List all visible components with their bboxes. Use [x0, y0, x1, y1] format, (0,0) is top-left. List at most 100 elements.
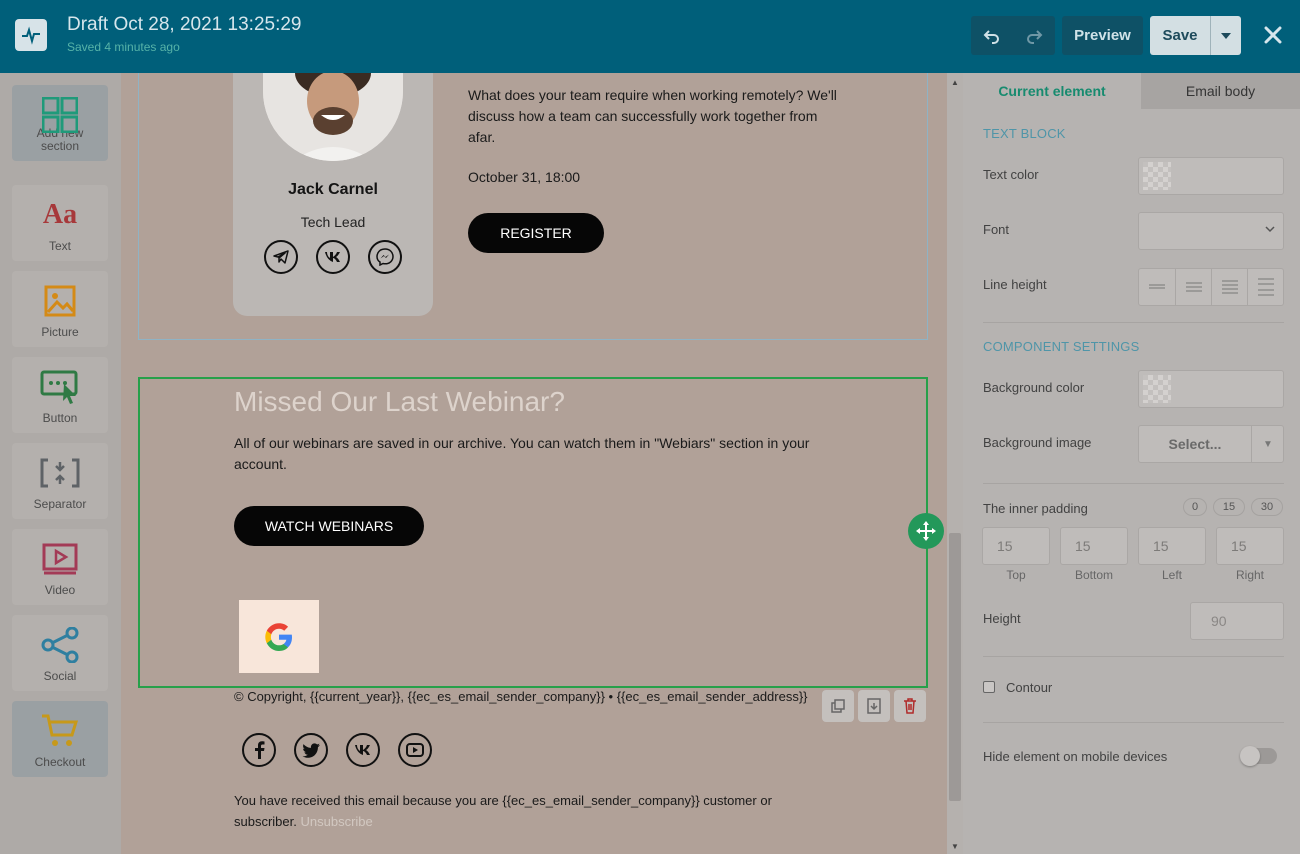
save-module-icon — [867, 698, 881, 714]
tool-separator[interactable]: Separator — [12, 443, 108, 519]
draft-title: Draft Oct 28, 2021 13:25:29 — [67, 14, 302, 35]
profile-social-links — [264, 240, 404, 274]
tool-checkout[interactable]: Checkout — [12, 701, 108, 777]
line-height-relaxed-icon — [1221, 280, 1238, 294]
padding-left-input[interactable]: 15 — [1138, 527, 1206, 565]
tool-label: Video — [44, 583, 76, 597]
delete-block-button[interactable] — [894, 690, 926, 722]
bg-color-picker[interactable] — [1138, 370, 1284, 408]
padding-bottom-input[interactable]: 15 — [1060, 527, 1128, 565]
line-height-tight-icon — [1149, 284, 1165, 289]
vk-icon[interactable] — [346, 733, 380, 767]
duplicate-block-button[interactable] — [822, 690, 854, 722]
scroll-down-arrow-icon[interactable]: ▼ — [947, 840, 963, 852]
padding-right-caption: Right — [1235, 568, 1264, 582]
saved-status: Saved 4 minutes ago — [67, 40, 180, 54]
app-logo-icon[interactable] — [15, 19, 47, 51]
height-input[interactable]: 90 — [1190, 602, 1284, 640]
tab-current-element[interactable]: Current element — [963, 73, 1141, 109]
canvas-scrollbar[interactable]: ▲ ▼ — [947, 73, 963, 854]
line-height-normal-button[interactable] — [1175, 269, 1211, 305]
trash-icon — [904, 698, 916, 714]
divider — [983, 483, 1284, 484]
bg-image-select-label: Select... — [1168, 436, 1222, 452]
redo-button[interactable] — [1013, 16, 1055, 55]
save-block-button[interactable] — [858, 690, 890, 722]
email-canvas[interactable]: Jack Carnel Tech Lead What does your tea… — [121, 73, 947, 854]
tool-label: Text — [48, 239, 71, 253]
padding-preset-15[interactable]: 15 — [1213, 498, 1245, 516]
telegram-icon[interactable] — [264, 240, 298, 274]
line-height-tight-button[interactable] — [1139, 269, 1175, 305]
font-label: Font — [983, 222, 1010, 237]
padding-top-input[interactable]: 15 — [982, 527, 1050, 565]
tool-button[interactable]: Button — [12, 357, 108, 433]
contour-label: Contour — [1006, 680, 1053, 695]
footer-note: You have received this email because you… — [234, 790, 794, 832]
transparent-swatch — [1143, 162, 1171, 190]
tool-label: Picture — [41, 325, 79, 339]
caret-down-icon[interactable]: ▼ — [1251, 426, 1284, 462]
twitter-icon[interactable] — [294, 733, 328, 767]
padding-preset-30[interactable]: 30 — [1251, 498, 1283, 516]
add-section-icon — [12, 97, 108, 133]
bg-image-select[interactable]: Select... ▼ — [1138, 425, 1284, 463]
messenger-icon[interactable] — [368, 240, 402, 274]
tool-label: Button — [42, 411, 78, 425]
google-logo-image[interactable] — [239, 600, 319, 673]
text-color-label: Text color — [983, 167, 1039, 182]
undo-button[interactable] — [971, 16, 1013, 55]
copy-icon — [831, 699, 845, 713]
webinar-title: Missed Our Last Webinar? — [234, 386, 565, 417]
hide-mobile-toggle[interactable] — [1240, 746, 1277, 766]
tool-social[interactable]: Social — [12, 615, 108, 691]
facebook-icon[interactable] — [242, 733, 276, 767]
preview-button[interactable]: Preview — [1062, 16, 1143, 55]
line-height-label: Line height — [983, 277, 1047, 292]
hide-mobile-label: Hide element on mobile devices — [983, 749, 1168, 764]
tool-video[interactable]: Video — [12, 529, 108, 605]
inner-padding-label: The inner padding — [983, 501, 1088, 516]
tool-text[interactable]: Aa Text — [12, 185, 108, 261]
vk-icon[interactable] — [316, 240, 350, 274]
webinar-description: All of our webinars are saved in our arc… — [234, 435, 810, 472]
line-height-loose-button[interactable] — [1247, 269, 1283, 305]
unsubscribe-link[interactable]: Unsubscribe — [301, 814, 373, 829]
text-block-heading: TEXT BLOCK — [983, 126, 1066, 141]
transparent-swatch — [1143, 375, 1171, 403]
profile-card[interactable]: Jack Carnel Tech Lead — [233, 73, 433, 316]
close-button[interactable] — [1258, 20, 1288, 50]
bg-image-label: Background image — [983, 435, 1092, 450]
font-select[interactable] — [1138, 212, 1284, 250]
padding-bottom-caption: Bottom — [1074, 568, 1113, 582]
redo-icon — [1027, 29, 1043, 44]
scroll-thumb[interactable] — [949, 533, 961, 801]
contour-checkbox[interactable] — [983, 681, 995, 693]
padding-preset-0[interactable]: 0 — [1183, 498, 1207, 516]
register-button[interactable]: REGISTER — [468, 213, 604, 253]
text-color-picker[interactable] — [1138, 157, 1284, 195]
tool-add-section[interactable]: Add new section — [12, 85, 108, 161]
height-label: Height — [983, 611, 1021, 626]
toggle-knob — [1240, 746, 1260, 766]
component-settings-heading: COMPONENT SETTINGS — [983, 339, 1140, 354]
undo-icon — [983, 29, 999, 44]
save-button[interactable]: Save — [1150, 16, 1210, 55]
move-block-handle[interactable] — [908, 513, 944, 549]
tab-email-body[interactable]: Email body — [1141, 73, 1300, 109]
caret-down-icon — [1221, 32, 1231, 39]
separator-icon — [12, 457, 108, 489]
divider — [983, 322, 1284, 323]
line-height-relaxed-button[interactable] — [1211, 269, 1247, 305]
divider — [983, 722, 1284, 723]
save-options-button[interactable] — [1211, 16, 1241, 55]
watch-webinars-button[interactable]: WATCH WEBINARS — [234, 506, 424, 546]
element-toolbox: Add new section Aa Text Picture Button S… — [0, 73, 121, 854]
youtube-icon[interactable] — [398, 733, 432, 767]
scroll-up-arrow-icon[interactable]: ▲ — [947, 76, 963, 88]
move-icon — [916, 521, 936, 541]
line-height-options — [1138, 268, 1284, 306]
tool-picture[interactable]: Picture — [12, 271, 108, 347]
padding-right-input[interactable]: 15 — [1216, 527, 1284, 565]
avatar — [263, 73, 403, 161]
